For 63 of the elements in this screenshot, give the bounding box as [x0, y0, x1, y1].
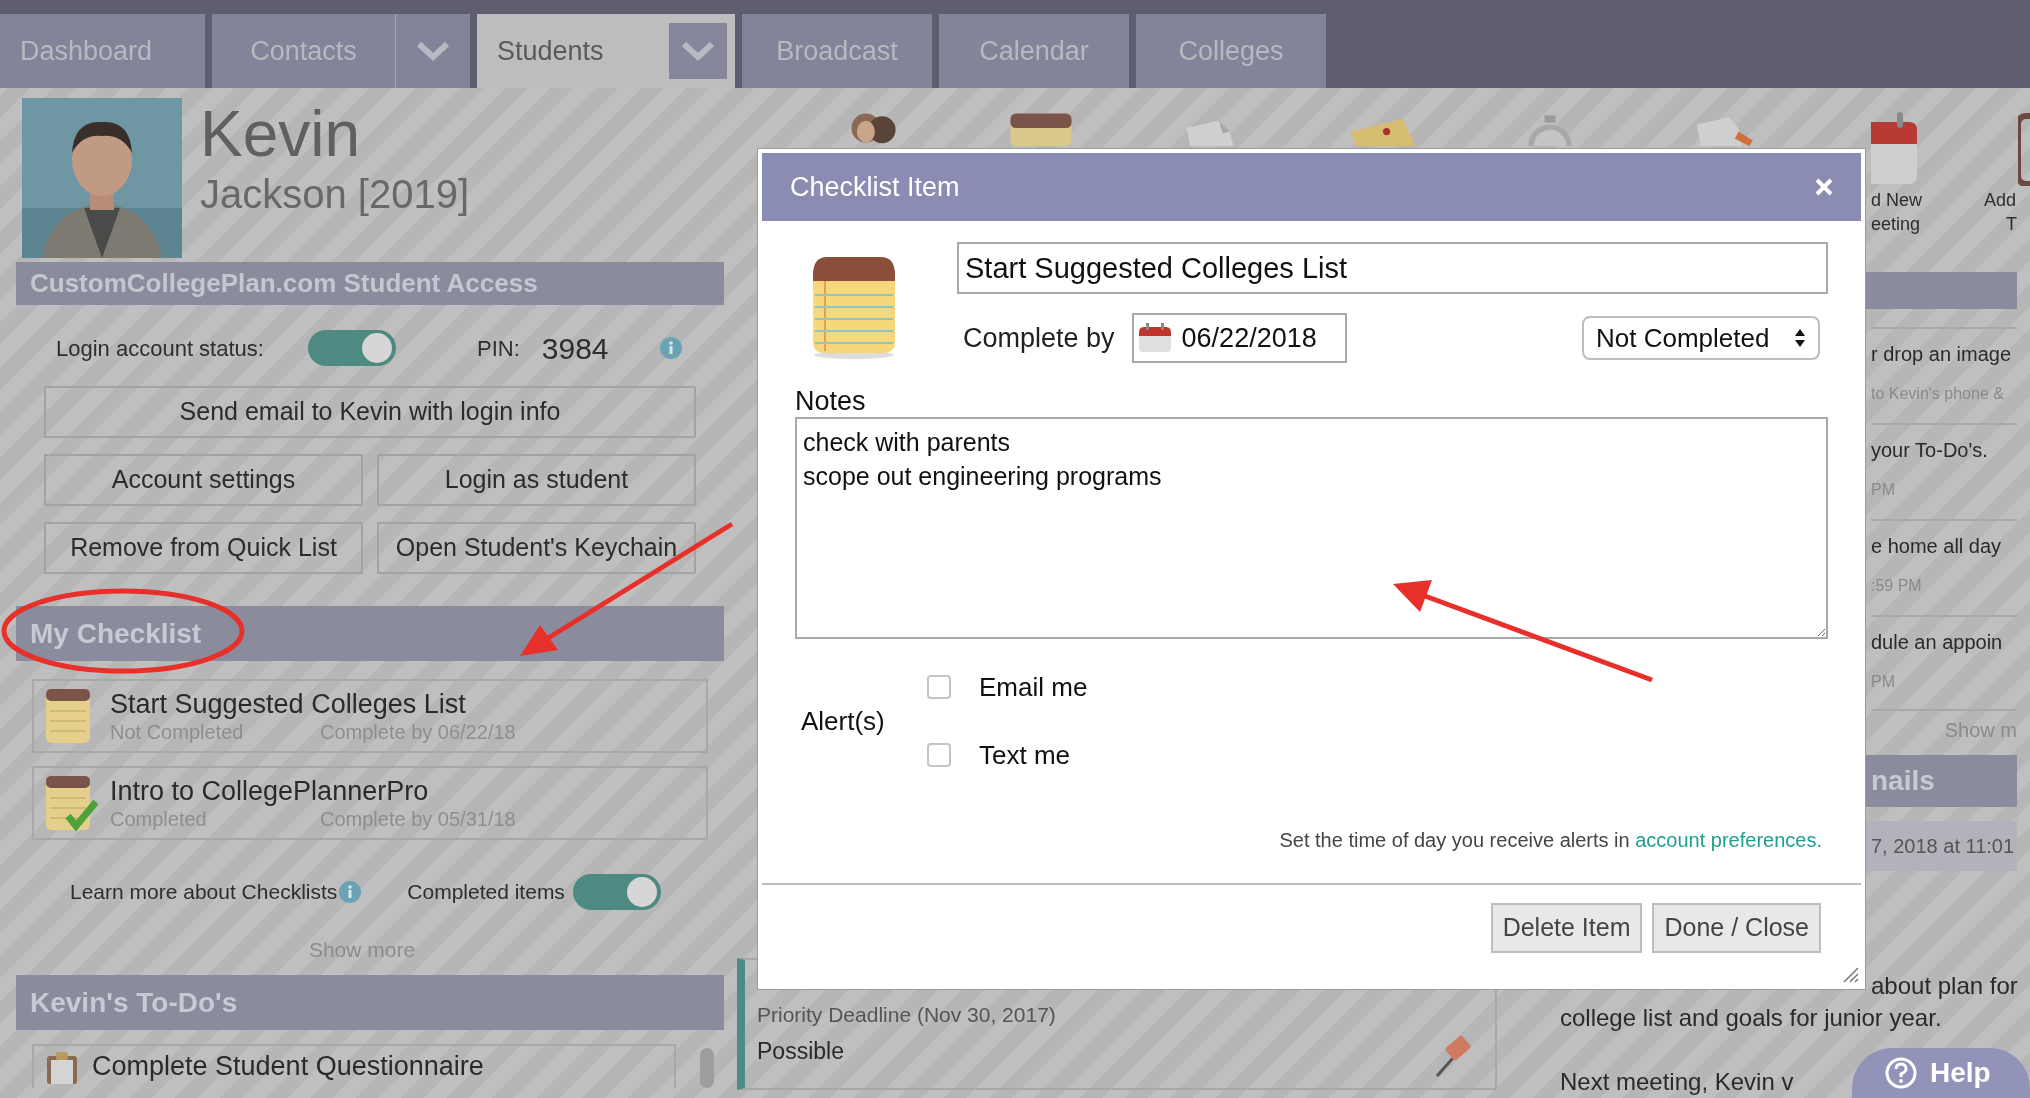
- chevron-icon: [416, 40, 450, 62]
- device-icon[interactable]: [2018, 110, 2030, 186]
- info-icon[interactable]: [660, 337, 682, 359]
- chevron-icon: [680, 40, 715, 62]
- complete-by-label: Complete by: [963, 321, 1115, 355]
- note-text: Next meeting, Kevin v: [1560, 1067, 1794, 1097]
- feed-text: e home all day: [1871, 519, 2017, 561]
- todo-item[interactable]: Complete Student Questionnaire: [32, 1043, 676, 1088]
- panel-header: Kevin's To-Do's: [16, 974, 724, 1030]
- toggle-switch[interactable]: [308, 330, 396, 366]
- pin-label: PIN:: [477, 334, 520, 363]
- student-name-year: Jackson [2019]: [200, 171, 470, 218]
- action-button[interactable]: Remove from Quick List: [44, 522, 363, 574]
- pin-value: 3984: [541, 330, 609, 367]
- login-status-label: Login account status:: [56, 334, 265, 363]
- note-text: about plan for: [1871, 971, 2018, 1001]
- completed-items-label: Completed items: [407, 879, 565, 906]
- feed-text: r drop an image: [1871, 327, 2017, 369]
- checkbox[interactable]: [927, 675, 951, 699]
- panel-header: CustomCollegePlan.com Student Access: [16, 262, 724, 305]
- updown-caret-icon: [1794, 328, 1806, 348]
- date-field[interactable]: 06/22/2018: [1131, 313, 1347, 363]
- student-first-name: Kevin: [200, 98, 362, 170]
- checkbox[interactable]: [927, 743, 951, 767]
- dropdown-button[interactable]: [395, 14, 470, 88]
- checkbox-label[interactable]: Email me: [979, 667, 1088, 707]
- status-select[interactable]: Not Completed: [1582, 316, 1820, 360]
- clipboard-icon: [44, 1049, 80, 1084]
- panel-header: My Checklist: [16, 606, 724, 661]
- title-field[interactable]: Start Suggested Colleges List: [957, 242, 1828, 294]
- scrollbar[interactable]: [700, 1047, 714, 1088]
- deadline-text: Priority Deadline (Nov 30, 2017): [757, 1002, 1056, 1028]
- send-email-button[interactable]: Send email to Kevin with login info: [44, 386, 696, 438]
- info-icon[interactable]: [339, 881, 362, 903]
- modal-button[interactable]: Delete Item: [1490, 903, 1643, 953]
- notes-field[interactable]: check with parents scope out engineering programs: [795, 417, 1828, 639]
- modal-button[interactable]: Done / Close: [1652, 903, 1821, 953]
- action-button[interactable]: Open Student's Keychain: [377, 522, 696, 574]
- feed-text: dule an appoin: [1871, 615, 2017, 657]
- note-text: college list and goals for junior year.: [1560, 1003, 1942, 1033]
- college-status: Possible: [757, 1037, 844, 1066]
- pushpin-icon[interactable]: [1433, 1034, 1473, 1078]
- action-button[interactable]: Account settings: [44, 454, 363, 506]
- question-icon: [1884, 1056, 1918, 1090]
- notes-label: Notes: [795, 385, 867, 417]
- toolbar-caption: d New: [1871, 189, 1923, 212]
- toolbar-caption: eeting: [1871, 213, 1922, 236]
- nav-tab[interactable]: Students: [477, 14, 660, 88]
- calendar-icon: [1137, 323, 1172, 353]
- alerts-label: Alert(s): [801, 704, 886, 738]
- toggle-switch[interactable]: [572, 874, 661, 910]
- close-icon[interactable]: [1815, 178, 1833, 196]
- item-title: Intro to CollegePlannerPro: [110, 775, 430, 807]
- feed-text: your To-Do's.: [1871, 423, 2017, 465]
- action-button[interactable]: Login as student: [377, 454, 696, 506]
- toolbar-caption: T: [2006, 213, 2018, 236]
- learn-more-link[interactable]: Learn more about Checklists: [70, 876, 338, 908]
- todo-title: Complete Student Questionnaire: [92, 1050, 484, 1084]
- modal-title: Checklist Item: [790, 170, 960, 204]
- resize-handle-icon[interactable]: [1841, 965, 1859, 983]
- toolbar-caption: Add: [1984, 189, 2018, 212]
- item-title: Start Suggested Colleges List: [110, 688, 467, 720]
- checkbox-label[interactable]: Text me: [979, 735, 1071, 775]
